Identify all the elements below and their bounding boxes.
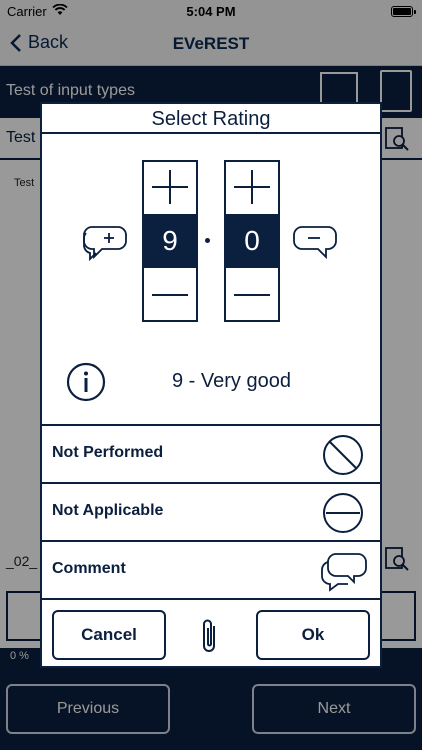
not-applicable-option[interactable]: Not Applicable <box>42 482 380 540</box>
option-label: Not Performed <box>52 444 164 461</box>
ok-button[interactable]: Ok <box>256 610 370 660</box>
right-digit: 0 <box>226 214 278 268</box>
not-applicable-icon <box>323 493 363 533</box>
increase-left-button[interactable] <box>144 162 196 212</box>
info-icon[interactable] <box>66 362 106 402</box>
not-performed-option[interactable]: Not Performed <box>42 424 380 482</box>
not-performed-icon <box>323 435 363 475</box>
rating-description: 9 - Very good <box>172 370 291 392</box>
increase-right-button[interactable] <box>226 162 278 212</box>
increase-comment-bubble-icon[interactable] <box>82 219 130 261</box>
decimal-separator <box>205 238 210 243</box>
decrease-left-button[interactable] <box>144 270 196 320</box>
option-label: Not Applicable <box>52 502 164 519</box>
comment-option[interactable]: Comment <box>42 540 380 598</box>
rating-selector: 9 0 9 - Very good <box>42 134 380 424</box>
paperclip-icon[interactable] <box>196 616 222 658</box>
rating-dialog: Select Rating 9 0 9 - Very good Not Perf… <box>40 102 382 668</box>
dialog-title: Select Rating <box>42 104 380 134</box>
decrease-comment-bubble-icon[interactable] <box>290 219 338 261</box>
left-digit: 9 <box>144 214 196 268</box>
option-label: Comment <box>52 560 126 577</box>
decimal-spinner: 0 <box>224 160 280 322</box>
decrease-right-button[interactable] <box>226 270 278 320</box>
comment-icon <box>321 553 367 592</box>
dialog-footer: Cancel Ok <box>42 598 380 666</box>
cancel-button[interactable]: Cancel <box>52 610 166 660</box>
tens-spinner: 9 <box>142 160 198 322</box>
